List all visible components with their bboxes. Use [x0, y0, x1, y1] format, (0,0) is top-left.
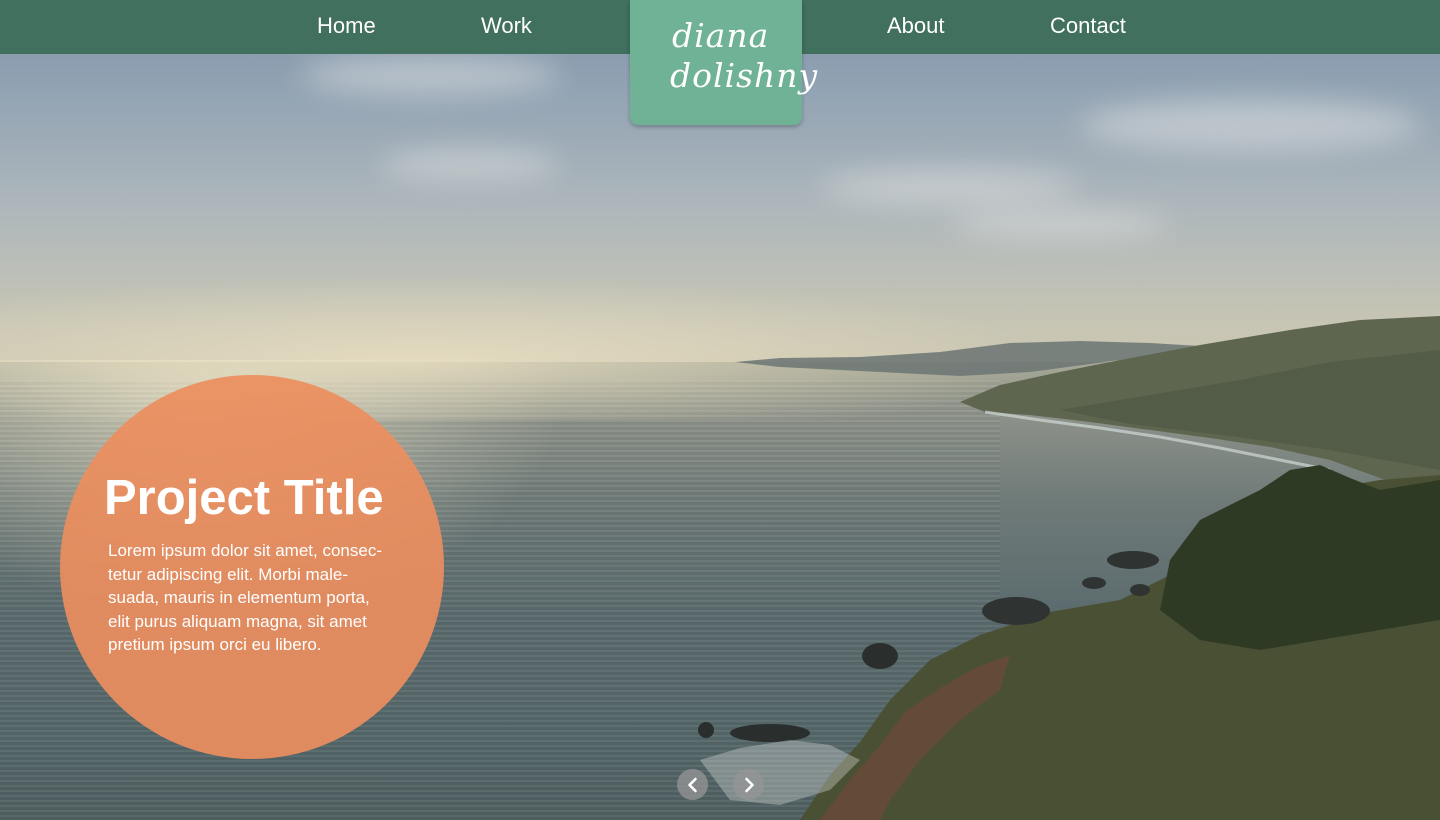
project-description: Lorem ipsum dolor sit amet, consec- tetu…	[108, 539, 408, 657]
sea-rock	[1130, 584, 1150, 596]
nav-link-about[interactable]: About	[887, 0, 945, 54]
project-description-line: suada, mauris in elementum porta,	[108, 588, 370, 607]
project-highlight-circle[interactable]: Project Title Lorem ipsum dolor sit amet…	[60, 375, 444, 759]
nav-link-work[interactable]: Work	[481, 0, 532, 54]
sea-rock	[730, 724, 810, 742]
nav-link-contact[interactable]: Contact	[1050, 0, 1126, 54]
nav-link-home[interactable]: Home	[317, 0, 376, 54]
sea-rock	[1082, 577, 1106, 589]
project-title: Project Title	[104, 471, 384, 525]
slider-prev-button[interactable]	[677, 769, 708, 800]
logo-first-name: diana	[672, 16, 770, 55]
project-description-line: pretium ipsum orci eu libero.	[108, 635, 322, 654]
sea-rock	[862, 643, 898, 669]
logo-last-name: dolishny	[670, 56, 819, 95]
project-description-line: elit purus aliquam magna, sit amet	[108, 611, 367, 631]
slider-next-button[interactable]	[733, 769, 764, 800]
chevron-left-icon	[687, 777, 697, 792]
cypress-trees	[1160, 465, 1440, 650]
project-description-line: tetur adipiscing elit. Morbi male-	[108, 564, 348, 584]
sea-rock	[982, 597, 1050, 625]
sea-rock	[698, 722, 714, 738]
project-description-line: Lorem ipsum dolor sit amet, consec-	[108, 541, 382, 560]
sea-rock	[1107, 551, 1159, 569]
chevron-right-icon	[744, 777, 754, 792]
site-logo[interactable]: diana dolishny	[630, 0, 817, 125]
